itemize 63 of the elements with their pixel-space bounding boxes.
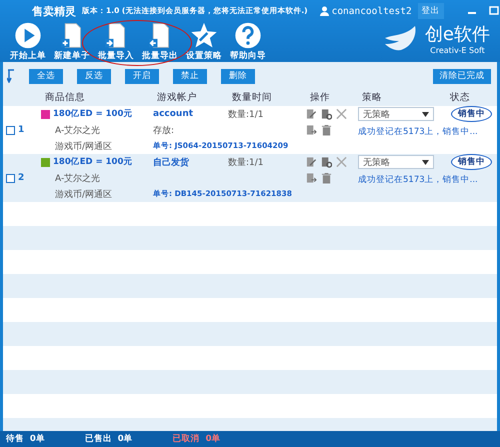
logo-subtitle: Creativ-E Soft — [430, 46, 485, 55]
row-checkbox[interactable] — [6, 174, 15, 182]
strategy-dropdown[interactable]: 无策略 — [358, 107, 434, 121]
action-button[interactable]: 删除 — [221, 68, 255, 84]
status-badge: 销售中 — [451, 106, 492, 122]
toolbar-button[interactable]: 批量导入 — [94, 22, 138, 62]
account-text: account — [153, 109, 194, 119]
action-button[interactable]: 全选 — [29, 68, 63, 84]
caret-icon — [422, 160, 429, 164]
toolbar-button[interactable]: 新建单子 — [50, 22, 94, 62]
row-checkbox[interactable] — [6, 126, 15, 134]
star-wrench-icon — [189, 22, 219, 49]
row-number: 1 — [18, 125, 24, 135]
column-header: 策略 — [361, 90, 383, 104]
quantity-text: 数量:1/1 — [228, 108, 265, 120]
play-icon — [13, 22, 43, 49]
product-title: 180亿ED = 100元 — [53, 108, 132, 120]
document-gear-icon[interactable] — [321, 108, 332, 120]
strategy-status-text: 成功登记在5173上，销售中... — [358, 174, 479, 186]
column-header: 数量时间 — [231, 90, 273, 104]
row-number: 2 — [18, 173, 24, 183]
username: conancooltest2 — [332, 6, 412, 16]
server-text: A-艾尔之光 — [54, 124, 102, 136]
document-arrow-icon[interactable] — [306, 172, 317, 184]
app-title: 售卖精灵 — [32, 4, 76, 18]
help-icon — [233, 22, 263, 49]
clear-completed-button[interactable]: 清除已完成 — [433, 68, 491, 84]
column-header: 操作 — [309, 90, 331, 104]
toolbar-button[interactable]: 设置策略 — [182, 22, 226, 62]
strategy-status-text: 成功登记在5173上，销售中... — [358, 126, 479, 138]
toolbar-button[interactable]: 帮助向导 — [226, 22, 270, 62]
account-text: 自己发货 — [153, 156, 190, 168]
maximize-icon — [488, 6, 499, 16]
toolbar-button[interactable]: 开始上单 — [6, 22, 50, 62]
status-count: 已售出 0单 — [84, 433, 133, 445]
edit-document-icon[interactable] — [306, 156, 317, 168]
document-gear-icon[interactable] — [321, 156, 332, 168]
column-header: 状态 — [449, 90, 471, 104]
down-arrow-icon — [7, 69, 15, 83]
document-arrow-icon[interactable] — [306, 124, 317, 136]
category-text: 游戏币/网通区 — [54, 140, 114, 152]
logo-title: 创e软件 — [424, 23, 490, 46]
action-button[interactable]: 禁止 — [173, 68, 207, 84]
server-text: A-艾尔之光 — [54, 172, 102, 184]
edit-document-icon[interactable] — [306, 108, 317, 120]
status-count: 待售 0单 — [6, 433, 45, 445]
column-header: 游戏帐户 — [156, 90, 198, 104]
action-button[interactable]: 开启 — [125, 68, 159, 84]
action-button[interactable]: 反选 — [77, 68, 111, 84]
trash-icon[interactable] — [321, 172, 332, 184]
strategy-dropdown[interactable]: 无策略 — [358, 155, 434, 169]
category-text: 游戏币/网通区 — [54, 188, 114, 200]
storage-label: 存放: — [153, 124, 176, 136]
status-count: 已取消 0单 — [172, 433, 221, 445]
status-badge: 销售中 — [451, 154, 492, 170]
caret-icon — [422, 112, 429, 116]
user-icon — [320, 6, 329, 16]
logout-button[interactable]: 登出 — [418, 3, 444, 19]
toolbar-button[interactable]: 批量导出 — [138, 22, 182, 62]
trash-icon[interactable] — [321, 124, 332, 136]
product-title: 180亿ED = 100元 — [53, 156, 132, 168]
quantity-text: 数量:1/1 — [228, 156, 265, 168]
column-header: 商品信息 — [44, 90, 86, 104]
